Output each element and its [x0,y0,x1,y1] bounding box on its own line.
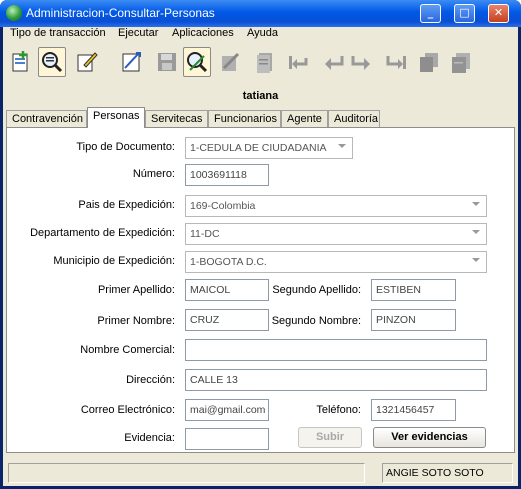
pais-label: Pais de Expedición: [78,199,175,211]
save-icon [158,53,176,71]
telefono-field[interactable]: 1321456457 [371,399,456,421]
nombre-comercial-field[interactable] [185,339,487,361]
tab-agente[interactable]: Agente [281,110,328,128]
current-user-name: tatiana [242,90,279,102]
segundo-apellido-label: Segundo Apellido: [272,284,361,296]
application-window: Administracion-Consultar-Personas _ □ ✕ … [0,0,521,489]
chevron-down-icon [338,144,346,148]
pais-select[interactable]: 169-Colombia [185,195,487,217]
numero-field[interactable]: 1003691118 [185,164,269,186]
save-button[interactable] [153,47,181,77]
tab-auditoria[interactable]: Auditoría [328,110,380,128]
subir-button[interactable]: Subir [298,427,362,448]
first-record-icon [289,56,308,69]
ver-evidencias-button[interactable]: Ver evidencias [373,427,486,448]
menu-tipo-transaccion[interactable]: Tipo de transacción [10,27,106,39]
chevron-down-icon [472,230,480,234]
next-record-icon [351,56,370,70]
primer-nombre-label: Primer Nombre: [97,315,175,327]
direccion-field[interactable]: CALLE 13 [185,369,487,391]
departamento-select[interactable]: 11-DC [185,223,487,245]
direccion-label: Dirección: [126,374,175,386]
last-record-icon [386,56,406,69]
tab-personas[interactable]: Personas [87,107,145,128]
telefono-label: Teléfono: [316,404,361,416]
app-globe-icon [6,5,22,21]
close-icon: ✕ [493,6,504,19]
edit-icon [77,52,98,72]
query-button[interactable] [38,47,66,77]
execute-icon [122,52,141,72]
previous-record-icon [325,56,344,70]
departamento-value: 11-DC [190,228,220,240]
menu-bar: Tipo de transacción Ejecutar Aplicacione… [3,27,518,43]
cancel-query-icon [222,52,240,71]
title-bar: Administracion-Consultar-Personas _ □ ✕ [0,0,521,27]
segundo-apellido-field[interactable]: ESTIBEN [371,279,456,301]
tab-contravencion[interactable]: Contravención [6,110,87,128]
menu-aplicaciones[interactable]: Aplicaciones [172,27,234,39]
municipio-select[interactable]: 1-BOGOTA D.C. [185,251,487,273]
status-message [8,463,365,483]
tab-funcionarios[interactable]: Funcionarios [208,110,281,128]
status-user: ANGIE SOTO SOTO [382,463,513,483]
primer-apellido-label: Primer Apellido: [97,284,175,296]
query-icon [42,52,63,73]
last-record-button[interactable] [383,47,411,77]
tipo-documento-value: 1-CEDULA DE CIUDADANIA [190,142,327,154]
nombre-comercial-label: Nombre Comercial: [80,344,175,356]
departamento-label: Departamento de Expedición: [30,227,175,239]
print-button[interactable] [251,47,279,77]
chevron-down-icon [472,202,480,206]
numero-label: Número: [132,168,175,180]
menu-ayuda[interactable]: Ayuda [247,27,278,39]
segundo-nombre-field[interactable]: PINZON [371,309,456,331]
report-button[interactable] [447,47,475,77]
copy-icon [420,53,438,72]
maximize-button[interactable]: □ [454,4,475,23]
primer-apellido-field[interactable]: MAICOL [185,279,269,301]
chevron-down-icon [472,258,480,262]
pais-value: 169-Colombia [190,200,256,212]
tipo-documento-select[interactable]: 1-CEDULA DE CIUDADANIA [185,137,353,159]
cancel-query-button[interactable] [216,47,244,77]
query-person-button[interactable] [183,47,211,77]
primer-nombre-field[interactable]: CRUZ [185,309,269,331]
execute-button[interactable] [118,47,146,77]
evidencia-field[interactable] [185,428,269,450]
minimize-button[interactable]: _ [420,4,441,23]
edit-button[interactable] [73,47,101,77]
status-bar: ANGIE SOTO SOTO [3,461,518,486]
correo-label: Correo Electrónico: [80,404,175,416]
query-person-icon [187,52,208,73]
minimize-icon: _ [427,6,434,19]
report-icon [452,53,470,73]
print-icon [257,53,272,73]
toolbar [3,45,518,81]
tipo-documento-label: Tipo de Documento: [76,141,175,153]
first-record-button[interactable] [284,47,312,77]
segundo-nombre-label: Segundo Nombre: [271,315,361,327]
municipio-value: 1-BOGOTA D.C. [190,256,267,268]
correo-field[interactable]: mai@gmail.com [185,399,269,421]
new-record-icon [12,51,28,72]
previous-record-button[interactable] [320,47,348,77]
municipio-label: Municipio de Expedición: [53,255,175,267]
copy-button[interactable] [415,47,443,77]
evidencia-label: Evidencia: [124,432,175,444]
personas-panel: Tipo de Documento: 1-CEDULA DE CIUDADANI… [6,127,515,453]
close-button[interactable]: ✕ [488,4,509,23]
maximize-icon: □ [459,6,470,19]
new-record-button[interactable] [7,47,35,77]
next-record-button[interactable] [347,47,375,77]
menu-ejecutar[interactable]: Ejecutar [118,27,158,39]
tab-servitecas[interactable]: Servitecas [145,110,208,128]
window-title: Administracion-Consultar-Personas [26,6,215,20]
